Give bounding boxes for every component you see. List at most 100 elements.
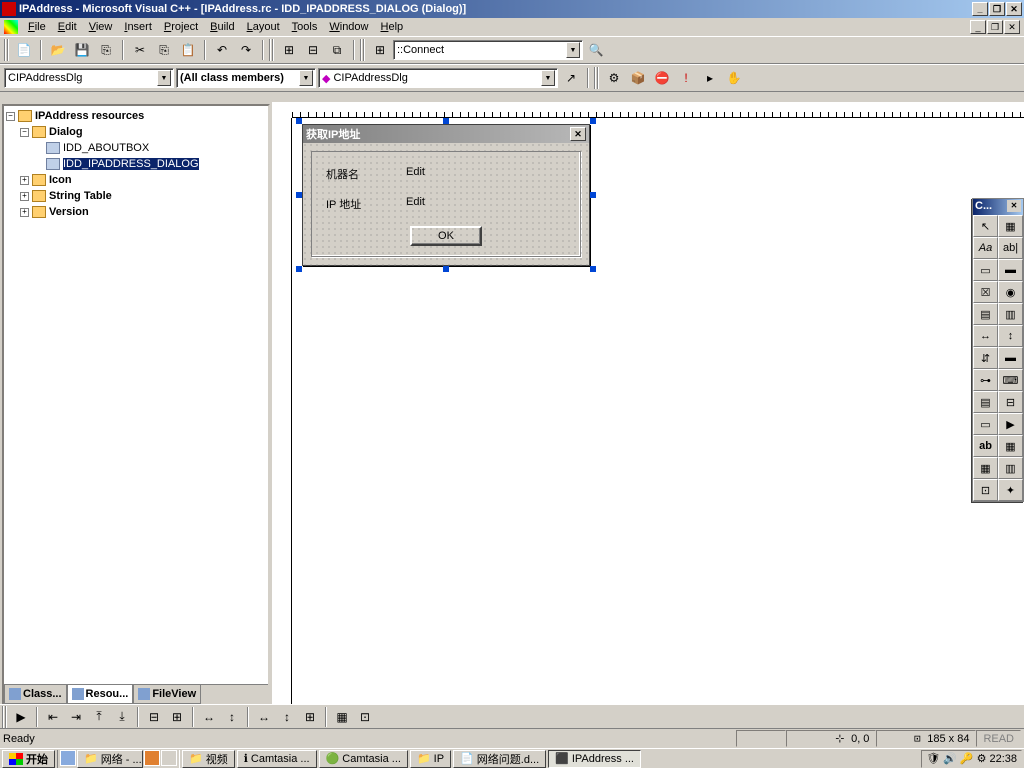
animate-tool[interactable]: ▶ [998, 413, 1023, 435]
grip[interactable] [4, 39, 9, 61]
menu-project[interactable]: Project [158, 19, 204, 35]
treectrl-tool[interactable]: ⊟ [998, 391, 1023, 413]
spin-tool[interactable]: ⇵ [973, 347, 998, 369]
tab-classview[interactable]: Class... [4, 685, 67, 704]
copy-button[interactable]: ⎘ [153, 39, 175, 61]
cut-button[interactable]: ✂ [129, 39, 151, 61]
richedit-tool[interactable]: ab [973, 435, 998, 457]
output-button[interactable]: ⊟ [302, 39, 324, 61]
group-box[interactable]: 机器名 Edit IP 地址 Edit OK [311, 151, 581, 257]
align-right[interactable]: ⇥ [65, 706, 87, 728]
listbox-tool[interactable]: ▥ [998, 303, 1023, 325]
dialog-caption[interactable]: 获取IP地址 ✕ [303, 125, 589, 143]
tray-clock[interactable]: 22:38 [989, 753, 1017, 765]
chevron-down-icon[interactable]: ▼ [157, 70, 171, 86]
controls-toolbox[interactable]: C...✕ ↖ ▦ Aa ab| ▭ ▬ ☒ ◉ ▤ ▥ ↔ ↕ ⇵ ▬ ⊶ ⌨… [972, 198, 1024, 502]
windowlist-button[interactable]: ⧉ [326, 39, 348, 61]
expand-icon[interactable]: + [20, 176, 29, 185]
dialog-close-button[interactable]: ✕ [570, 127, 586, 141]
toggle-grid[interactable]: ▦ [331, 706, 353, 728]
align-top[interactable]: ⤒ [88, 706, 110, 728]
compile-button[interactable]: ⚙ [603, 67, 625, 89]
grip[interactable] [594, 67, 599, 89]
connect-combo[interactable]: ::Connect ▼ [393, 40, 583, 60]
same-width[interactable]: ↔ [253, 706, 275, 728]
start-button[interactable]: 开始 [2, 750, 55, 768]
build-button[interactable]: 📦 [627, 67, 649, 89]
menu-file[interactable]: File [22, 19, 52, 35]
task-video[interactable]: 📁 视频 [182, 750, 235, 768]
minimize-button[interactable]: _ [972, 2, 988, 16]
new-button[interactable]: 📄 [13, 39, 35, 61]
menu-edit[interactable]: Edit [52, 19, 83, 35]
toggle-guides[interactable]: ⊡ [354, 706, 376, 728]
edit-tool[interactable]: ab| [998, 237, 1023, 259]
goto-button[interactable]: ↗ [560, 67, 582, 89]
save-button[interactable]: 💾 [71, 39, 93, 61]
tray-icon[interactable]: 🔊 [943, 752, 957, 765]
vscroll-tool[interactable]: ↕ [998, 325, 1023, 347]
tab-resourceview[interactable]: Resou... [67, 685, 134, 704]
class-combo[interactable]: CIPAddressDlg ▼ [4, 68, 174, 88]
button-tool[interactable]: ▬ [998, 259, 1023, 281]
listctrl-tool[interactable]: ▤ [973, 391, 998, 413]
aboutbox-item[interactable]: IDD_ABOUTBOX [63, 142, 149, 154]
center-horz[interactable]: ⊞ [166, 706, 188, 728]
static-text-tool[interactable]: Aa [973, 237, 998, 259]
open-button[interactable]: 📂 [47, 39, 69, 61]
datetime-tool[interactable]: ▦ [998, 435, 1023, 457]
expand-icon[interactable]: + [20, 208, 29, 217]
collapse-icon[interactable]: − [6, 112, 15, 121]
label-machine[interactable]: 机器名 [326, 166, 406, 182]
version-folder[interactable]: Version [49, 206, 89, 218]
grip[interactable] [269, 39, 274, 61]
pointer-tool[interactable]: ↖ [973, 215, 998, 237]
same-size[interactable]: ⊞ [299, 706, 321, 728]
label-ipaddress[interactable]: IP 地址 [326, 196, 406, 212]
same-height[interactable]: ↕ [276, 706, 298, 728]
grip[interactable] [2, 706, 7, 728]
menu-insert[interactable]: Insert [118, 19, 158, 35]
combo-tool[interactable]: ▤ [973, 303, 998, 325]
restore-button[interactable]: ❐ [989, 2, 1005, 16]
tray-icon[interactable]: ⚙ [977, 752, 987, 765]
space-down[interactable]: ↕ [221, 706, 243, 728]
mdi-close[interactable]: ✕ [1004, 20, 1020, 34]
filter-combo[interactable]: (All class members) ▼ [176, 68, 316, 88]
chevron-down-icon[interactable]: ▼ [566, 42, 580, 58]
hotkey-tool[interactable]: ⌨ [998, 369, 1023, 391]
ql-netfolder[interactable]: 📁 网络 - ... [77, 750, 143, 768]
workspace-button[interactable]: ⊞ [278, 39, 300, 61]
collapse-icon[interactable]: − [20, 128, 29, 137]
tray-icon[interactable]: 🔑 [960, 752, 974, 765]
group-box-tool[interactable]: ▭ [973, 259, 998, 281]
system-tray[interactable]: 🛡 🔊 🔑 ⚙ 22:38 [921, 750, 1022, 768]
task-ipaddress[interactable]: ⬛ IPAddress ... [548, 750, 641, 768]
hscroll-tool[interactable]: ↔ [973, 325, 998, 347]
dialog-folder[interactable]: Dialog [49, 126, 83, 138]
picture-tool[interactable]: ▦ [998, 215, 1023, 237]
menu-help[interactable]: Help [375, 19, 410, 35]
breakpoint-button[interactable]: ✋ [723, 67, 745, 89]
ipaddress-dialog-item[interactable]: IDD_IPADDRESS_DIALOG [63, 158, 199, 170]
task-camtasia1[interactable]: ℹ Camtasia ... [237, 750, 317, 768]
go-button[interactable]: ▸ [699, 67, 721, 89]
checkbox-tool[interactable]: ☒ [973, 281, 998, 303]
center-vert[interactable]: ⊟ [143, 706, 165, 728]
redo-button[interactable]: ↷ [235, 39, 257, 61]
radio-tool[interactable]: ◉ [998, 281, 1023, 303]
member-combo[interactable]: ◆ CIPAddressDlg ▼ [318, 68, 558, 88]
test-button[interactable]: ▶ [10, 706, 32, 728]
icon-folder[interactable]: Icon [49, 174, 72, 186]
month-tool[interactable]: ▦ [973, 457, 998, 479]
ok-button[interactable]: OK [410, 226, 482, 246]
dialog-preview[interactable]: 获取IP地址 ✕ 机器名 Edit IP 地址 Edit OK [302, 124, 590, 266]
find-button[interactable]: 🔍 [585, 39, 607, 61]
menu-layout[interactable]: Layout [241, 19, 286, 35]
edit-placeholder-2[interactable]: Edit [406, 196, 425, 212]
dialog-editor[interactable]: 获取IP地址 ✕ 机器名 Edit IP 地址 Edit OK [272, 102, 1024, 708]
mdi-minimize[interactable]: _ [970, 20, 986, 34]
menu-window[interactable]: Window [323, 19, 374, 35]
execute-button[interactable]: ! [675, 67, 697, 89]
stringtable-folder[interactable]: String Table [49, 190, 112, 202]
